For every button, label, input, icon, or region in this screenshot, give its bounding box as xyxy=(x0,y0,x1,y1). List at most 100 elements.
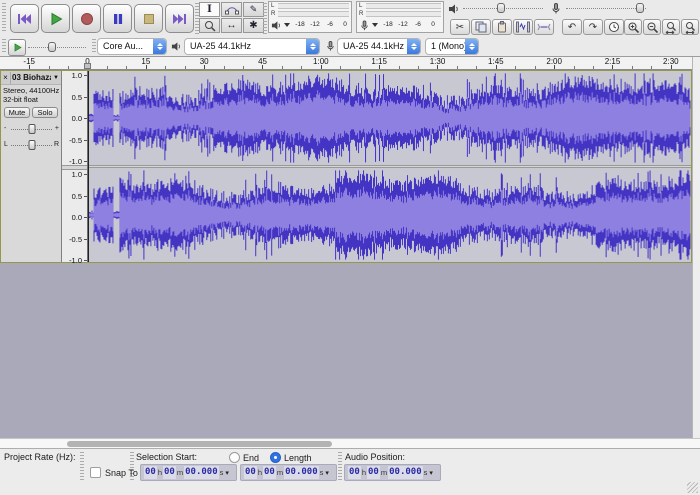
paste-button[interactable] xyxy=(492,19,512,35)
envelope-tool-button[interactable] xyxy=(221,2,242,17)
fast-forward-button[interactable] xyxy=(165,4,194,33)
track-name[interactable]: 03 Biohazar xyxy=(11,73,51,82)
record-button[interactable] xyxy=(72,4,101,33)
draw-tool-button[interactable]: ✎ xyxy=(243,2,264,17)
window-resize-grip[interactable] xyxy=(687,482,698,493)
sync-lock-button[interactable] xyxy=(604,19,624,35)
timeline-tick xyxy=(126,66,128,69)
redo-button[interactable]: ↷ xyxy=(583,19,603,35)
track-menu-dropdown-icon[interactable]: ▼ xyxy=(51,75,61,81)
stop-button[interactable] xyxy=(134,4,163,33)
rewind-button[interactable] xyxy=(10,4,39,33)
recording-channels-select[interactable]: 1 (Mono)... xyxy=(425,38,479,55)
pause-button[interactable] xyxy=(103,4,132,33)
toolbar-grab-handle[interactable] xyxy=(263,3,267,34)
select-stepper-icon xyxy=(153,39,166,54)
cut-button[interactable]: ✂ xyxy=(450,19,470,35)
undo-button[interactable]: ↶ xyxy=(562,19,582,35)
silence-audio-button[interactable] xyxy=(534,19,554,35)
statusbar-grab-handle[interactable] xyxy=(80,452,84,482)
vertical-ruler-tick xyxy=(84,75,87,76)
undo-icon: ↶ xyxy=(567,21,577,33)
fit-project-button[interactable] xyxy=(681,19,699,35)
audio-host-select[interactable]: Core Au... xyxy=(97,38,167,55)
gain-thumb[interactable] xyxy=(28,124,35,134)
time-field-part: 00 xyxy=(263,466,276,479)
statusbar-grab-handle[interactable] xyxy=(338,452,342,482)
audio-position-field[interactable]: 00 h 00 m 00.000 s ▾ xyxy=(344,464,441,481)
time-field-part: 00 xyxy=(144,466,157,479)
select-stepper-icon xyxy=(465,39,478,54)
waveform-display[interactable] xyxy=(88,71,691,262)
horizontal-scrollbar-thumb[interactable] xyxy=(67,441,332,447)
timeline-tick xyxy=(223,66,225,69)
toolbar-grab-handle[interactable] xyxy=(2,3,6,32)
time-field-part: 00 xyxy=(348,466,361,479)
time-field-part: ▾ xyxy=(325,469,329,477)
snap-to-checkbox[interactable] xyxy=(90,467,101,478)
selection-length-field[interactable]: 00 h 00 m 00.000 s ▾ xyxy=(240,464,337,481)
speaker-icon xyxy=(271,20,280,30)
output-volume-thumb[interactable] xyxy=(497,3,505,13)
toolbar-grab-handle[interactable] xyxy=(2,39,6,54)
end-radio-label[interactable]: End xyxy=(243,453,259,463)
timeline-ruler[interactable]: -15 0 15 30 45 1:00 1:15 1:30 1:45 2:00 2:15 2:30 xyxy=(0,57,692,70)
copy-icon xyxy=(475,21,487,33)
solo-button[interactable]: Solo xyxy=(32,107,58,118)
vertical-scrollbar[interactable] xyxy=(692,57,700,438)
end-radio[interactable] xyxy=(229,452,240,463)
playback-speed-thumb[interactable] xyxy=(48,42,56,52)
time-field-part: h xyxy=(257,468,263,477)
meter-scale-label: -6 xyxy=(415,21,421,28)
timeline-tick xyxy=(281,66,283,69)
zoom-tool-button[interactable] xyxy=(199,18,220,33)
selection-tool-button[interactable]: I xyxy=(199,2,220,17)
timeline-tick xyxy=(262,65,264,69)
horizontal-scrollbar[interactable] xyxy=(0,438,700,448)
play-button[interactable] xyxy=(41,4,70,33)
trim-audio-button[interactable] xyxy=(513,19,533,35)
playhead-marker[interactable] xyxy=(84,63,91,69)
pan-thumb[interactable] xyxy=(28,140,35,150)
mute-button[interactable]: Mute xyxy=(4,107,30,118)
copy-button[interactable] xyxy=(471,19,491,35)
selection-start-field[interactable]: 00 h 00 m 00.000 s ▾ xyxy=(140,464,237,481)
gain-slider[interactable]: - + xyxy=(3,123,60,136)
meter-scale-label: -12 xyxy=(398,21,408,28)
meter-right-track xyxy=(366,11,441,17)
magnifier-icon xyxy=(204,20,216,32)
toolbar-grab-handle[interactable] xyxy=(92,39,96,54)
time-field-part: 00.000 xyxy=(388,466,423,479)
vertical-ruler-label: -1.0 xyxy=(69,157,82,166)
waveform-right-channel[interactable] xyxy=(88,168,691,262)
input-volume-thumb[interactable] xyxy=(636,3,644,13)
recording-meter[interactable]: L R -18 -12 -6 0 xyxy=(356,1,444,33)
track-close-icon[interactable]: × xyxy=(1,71,11,84)
input-volume-slider[interactable] xyxy=(566,3,646,13)
meter-left-track xyxy=(366,3,441,9)
fit-selection-button[interactable] xyxy=(662,19,680,35)
recording-device-select[interactable]: UA-25 44.1kHz xyxy=(337,38,421,55)
zoom-out-button[interactable] xyxy=(643,19,661,35)
snap-to-label[interactable]: Snap To xyxy=(105,468,138,478)
vertical-scale-ruler[interactable]: 1.0 0.5 0.0 -0.5 -1.0 1.0 0.5 0.0 -0.5 -1.0 xyxy=(62,71,88,265)
multi-tool-button[interactable]: ✱ xyxy=(243,18,264,33)
playback-device-select[interactable]: UA-25 44.1kHz xyxy=(184,38,320,55)
timeline-tick xyxy=(379,65,381,69)
timeshift-tool-button[interactable]: ↔ xyxy=(221,18,242,33)
length-radio-label[interactable]: Length xyxy=(284,453,312,463)
output-volume-slider[interactable] xyxy=(463,3,543,13)
meter-right-track xyxy=(278,11,349,17)
zoom-in-button[interactable] xyxy=(624,19,642,35)
time-field-part: m xyxy=(176,468,184,477)
play-at-speed-button[interactable] xyxy=(8,39,26,56)
empty-track-area[interactable] xyxy=(0,263,692,438)
timeline-tick xyxy=(48,66,50,69)
playback-speed-slider[interactable] xyxy=(28,42,86,52)
playback-meter[interactable]: L R -18 -12 -6 0 xyxy=(268,1,352,33)
silence-icon xyxy=(537,23,551,31)
pan-slider[interactable]: L R xyxy=(3,139,60,152)
length-radio[interactable] xyxy=(270,452,281,463)
waveform-left-channel[interactable] xyxy=(88,71,691,165)
fast-forward-icon xyxy=(173,13,186,24)
